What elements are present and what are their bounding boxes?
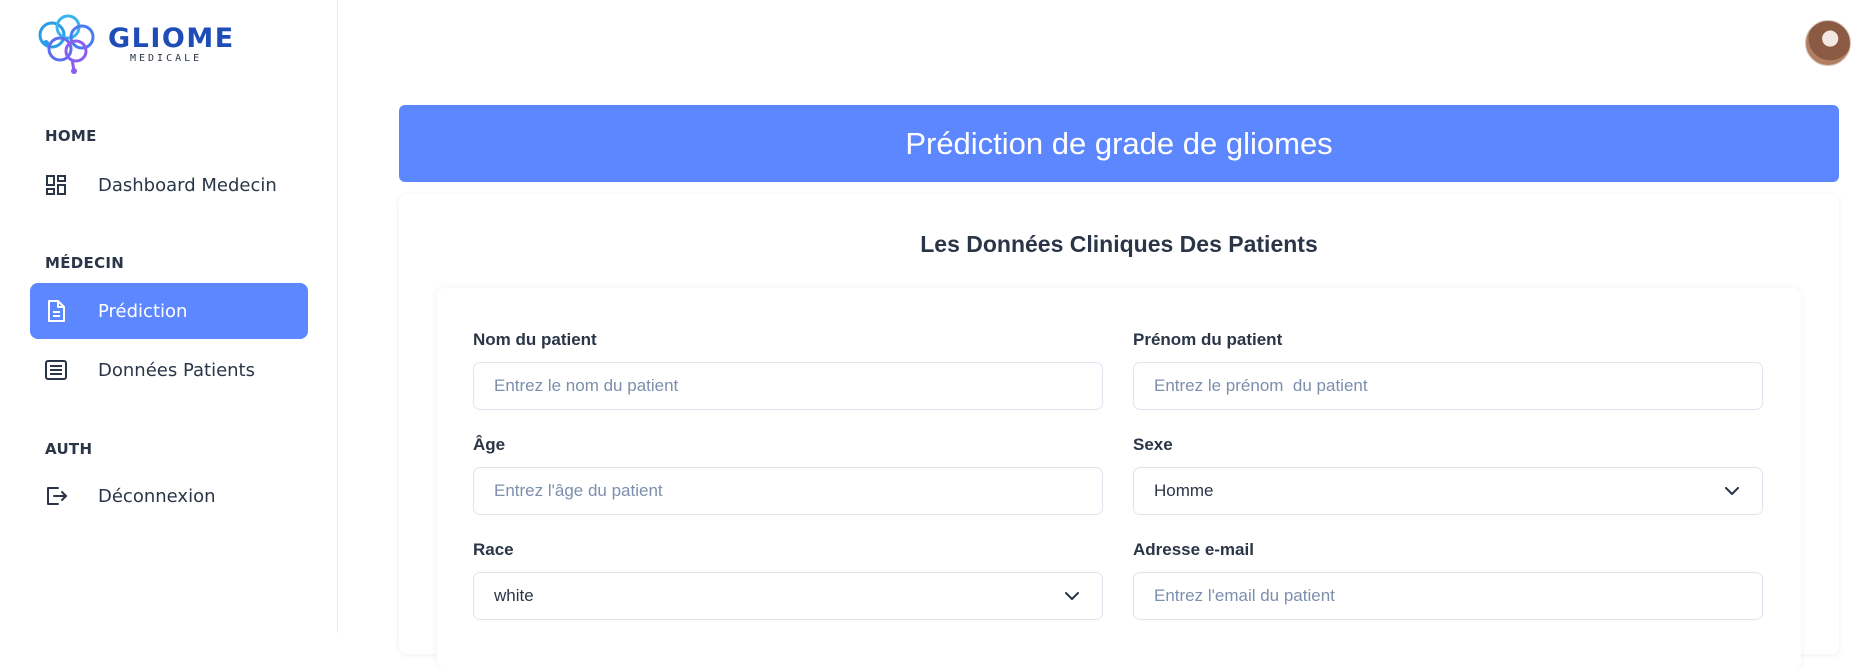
dashboard-icon bbox=[44, 173, 68, 197]
brand-name: GLIOME bbox=[108, 22, 235, 54]
sidebar-item-deconnexion[interactable]: Déconnexion bbox=[30, 468, 308, 524]
user-avatar[interactable] bbox=[1805, 20, 1851, 66]
page-title: Prédiction de grade de gliomes bbox=[905, 125, 1333, 161]
email-label: Adresse e-mail bbox=[1133, 540, 1254, 559]
sidebar-item-dashboard[interactable]: Dashboard Medecin bbox=[30, 157, 308, 213]
race-label: Race bbox=[473, 540, 514, 559]
prenom-input[interactable] bbox=[1154, 376, 1740, 396]
brain-logo-icon bbox=[32, 13, 102, 75]
form-title: Les Données Cliniques Des Patients bbox=[920, 231, 1318, 257]
section-label-auth: AUTH bbox=[45, 440, 93, 458]
sidebar-item-label: Déconnexion bbox=[98, 485, 216, 507]
race-select[interactable]: white bbox=[473, 572, 1103, 620]
sidebar-item-label: Dashboard Medecin bbox=[98, 174, 277, 196]
sidebar-item-donnees-patients[interactable]: Données Patients bbox=[30, 342, 308, 398]
prenom-label: Prénom du patient bbox=[1133, 330, 1283, 349]
sidebar-item-prediction[interactable]: Prédiction bbox=[30, 283, 308, 339]
email-input[interactable] bbox=[1154, 586, 1740, 606]
page-banner: Prédiction de grade de gliomes bbox=[399, 105, 1839, 182]
brand-subtitle: MEDICALE bbox=[130, 52, 203, 64]
patient-form: Nom du patient Prénom du patient Âge Sex… bbox=[437, 288, 1801, 668]
sexe-select[interactable]: Homme bbox=[1133, 467, 1763, 515]
section-label-medecin: MÉDECIN bbox=[45, 254, 125, 272]
nom-label: Nom du patient bbox=[473, 330, 597, 349]
nom-field[interactable] bbox=[473, 362, 1103, 410]
race-selected-value: white bbox=[494, 586, 534, 605]
chevron-down-icon bbox=[1724, 483, 1740, 499]
age-field[interactable] bbox=[473, 467, 1103, 515]
sidebar-item-label: Données Patients bbox=[98, 359, 255, 381]
email-field[interactable] bbox=[1133, 572, 1763, 620]
list-icon bbox=[44, 358, 68, 382]
nom-input[interactable] bbox=[494, 376, 1080, 396]
sidebar-item-label: Prédiction bbox=[98, 300, 188, 322]
sexe-label: Sexe bbox=[1133, 435, 1173, 454]
sidebar: GLIOME MEDICALE HOME Dashboard Medecin M… bbox=[0, 0, 338, 633]
prenom-field[interactable] bbox=[1133, 362, 1763, 410]
logout-icon bbox=[44, 484, 68, 508]
age-label: Âge bbox=[473, 435, 506, 454]
section-label-home: HOME bbox=[45, 127, 97, 145]
brand-logo[interactable]: GLIOME MEDICALE bbox=[32, 12, 252, 76]
age-input[interactable] bbox=[494, 481, 1080, 501]
sexe-selected-value: Homme bbox=[1154, 481, 1214, 500]
file-text-icon bbox=[44, 299, 68, 323]
form-card: Les Données Cliniques Des Patients Nom d… bbox=[399, 194, 1839, 668]
chevron-down-icon bbox=[1064, 588, 1080, 604]
